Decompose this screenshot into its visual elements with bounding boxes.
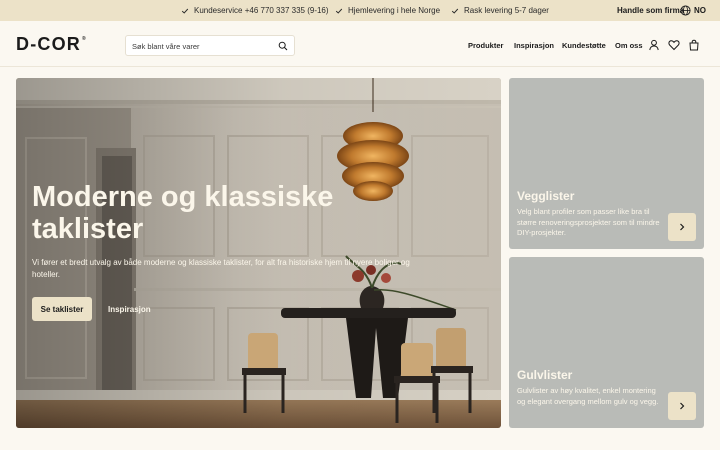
card-title: Gulvlister [517,368,573,382]
card-description: Velg blant profiler som passer like bra … [517,207,660,237]
bag-icon[interactable] [688,39,700,51]
usp-label: Kundeservice +46 770 337 335 (9-16) [194,6,329,15]
usp-label: Rask levering 5-7 dager [464,6,549,15]
heart-icon[interactable] [668,39,680,51]
globe-icon [680,5,691,16]
search-box [125,35,295,56]
hero-title: Moderne og klassiske taklister [32,181,334,245]
check-icon [181,8,189,14]
card-arrow-button[interactable] [668,392,696,420]
hero-banner: Moderne og klassiske taklister Vi fører … [16,78,501,428]
card-description: Gulvlister av høy kvalitet, enkel monter… [517,386,659,406]
chevron-right-icon [680,223,685,231]
search-icon[interactable] [278,41,288,51]
see-cornices-button[interactable]: Se taklister [32,297,92,321]
business-link[interactable]: Handle som firma [617,0,684,21]
category-card-wall-mouldings[interactable]: Vegglister Velg blant profiler som passe… [509,78,704,249]
check-icon [451,8,459,14]
nav-about-us[interactable]: Om oss [615,35,643,56]
search-input[interactable] [132,39,272,53]
usp-customer-service: Kundeservice +46 770 337 335 (9-16) [181,0,329,21]
inspiration-link[interactable]: Inspirasjon [108,297,151,321]
usp-home-delivery: Hjemlevering i hele Norge [335,0,440,21]
usp-label: Hjemlevering i hele Norge [348,6,441,15]
hero-image [16,78,501,428]
logo-text: D-COR [16,34,81,54]
logo[interactable]: D-COR® [16,34,86,55]
category-card-skirting-boards[interactable]: Gulvlister Gulvlister av høy kvalitet, e… [509,257,704,428]
language-selector[interactable]: NO [680,0,706,21]
hero-description: Vi fører et bredt utvalg av både moderne… [32,258,410,279]
nav-inspiration[interactable]: Inspirasjon [514,35,554,56]
site-header: D-COR® Produkter Inspirasjon Kundestøtte… [0,21,720,67]
check-icon [335,8,343,14]
nav-products[interactable]: Produkter [468,35,503,56]
announcement-bar: Kundeservice +46 770 337 335 (9-16) Hjem… [0,0,720,21]
user-icon[interactable] [648,39,660,51]
card-arrow-button[interactable] [668,213,696,241]
language-label: NO [694,6,706,15]
card-title: Vegglister [517,189,575,203]
logo-registered-mark: ® [82,36,86,42]
usp-fast-delivery: Rask levering 5-7 dager [451,0,549,21]
nav-customer-support[interactable]: Kundestøtte [562,35,606,56]
chevron-right-icon [680,402,685,410]
